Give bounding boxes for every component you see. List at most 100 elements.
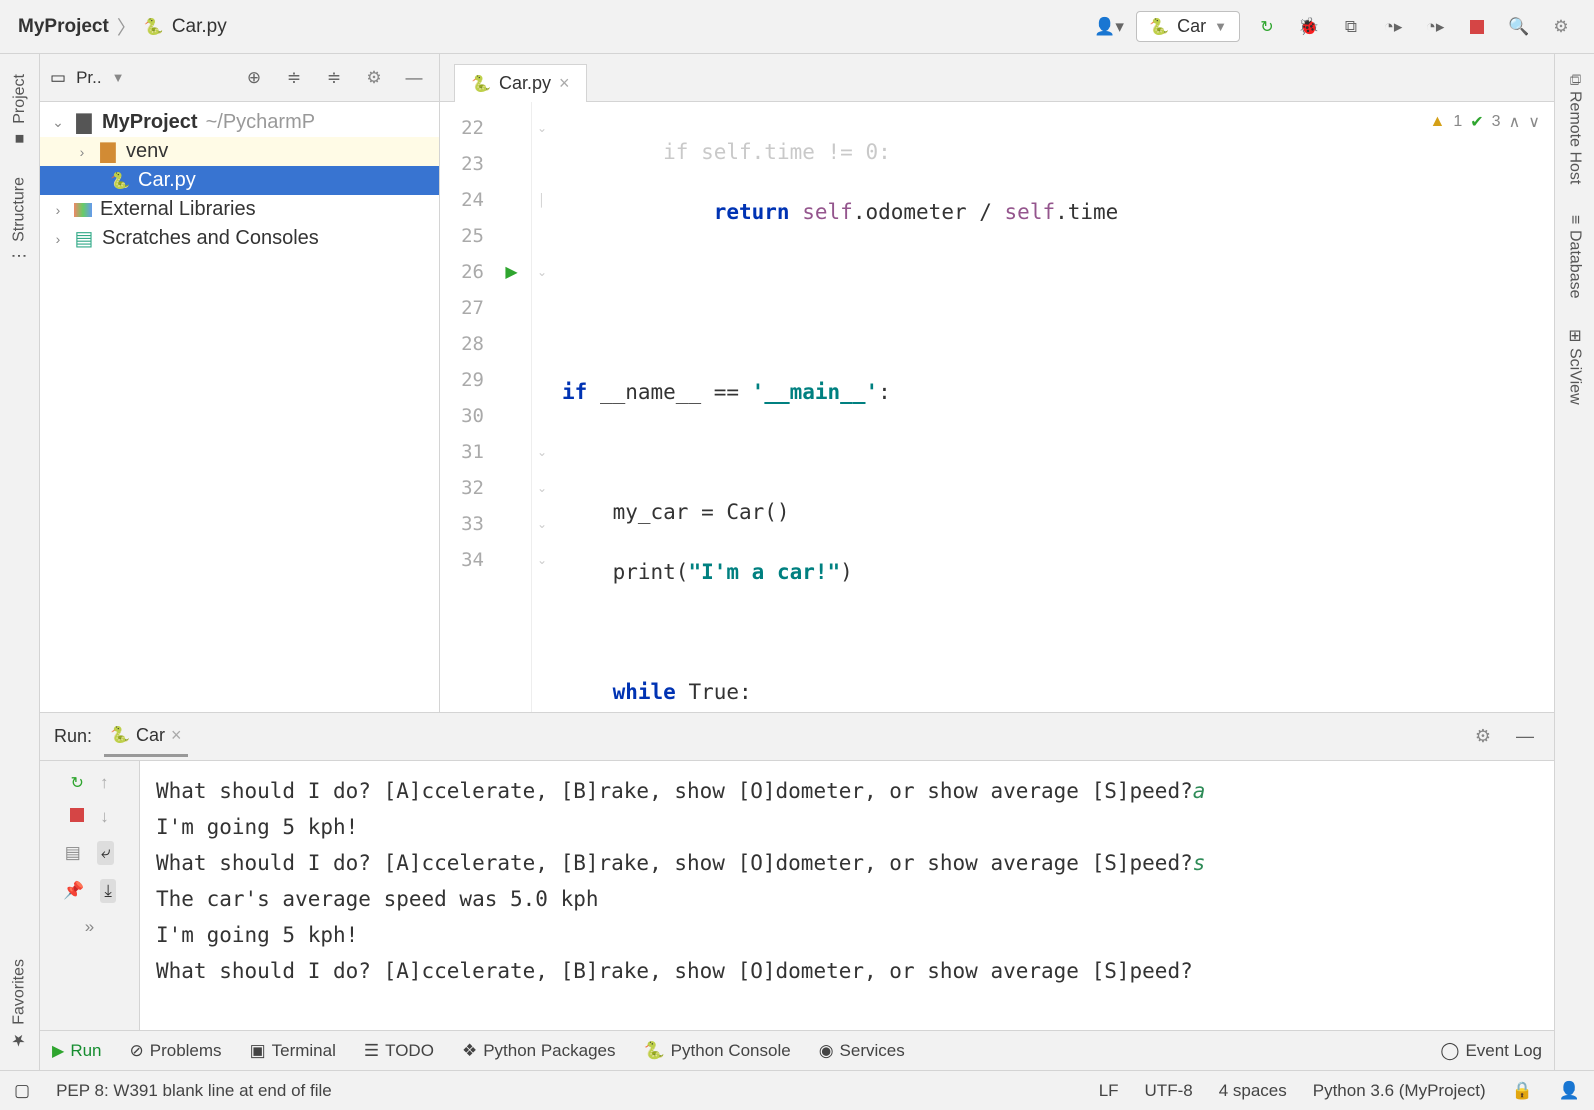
code-editor[interactable]: if self.time != 0: return self.odometer … [552,102,1554,712]
editor-tab-label: Car.py [499,73,551,94]
run-tool-window: Run: Car × ⚙ — ↻↑ ↓ ▤⤶ 📌⤓ » What sh [40,712,1554,1030]
panel-settings-icon[interactable]: ⚙ [359,63,389,93]
lock-icon[interactable]: 🔒 [1512,1081,1533,1101]
run-button[interactable]: ↻ [1252,12,1282,42]
status-indent[interactable]: 4 spaces [1219,1081,1287,1101]
sciview-tab[interactable]: ⊞SciView [1565,329,1584,405]
close-tab-icon[interactable]: × [171,725,182,746]
bottom-tab-packages[interactable]: ❖Python Packages [462,1041,616,1061]
run-config-name: Car [1177,16,1206,37]
up-icon[interactable]: ↑ [100,773,109,793]
tool-windows-icon[interactable]: ▢ [14,1081,30,1101]
expand-all-icon[interactable]: ≑ [279,63,309,93]
run-settings-icon[interactable]: ⚙ [1468,722,1498,752]
console-output[interactable]: What should I do? [A]ccelerate, [B]rake,… [140,761,1554,1030]
bottom-tab-console[interactable]: 🐍Python Console [644,1041,791,1061]
run-config-selector[interactable]: Car ▼ [1136,11,1240,42]
settings-icon[interactable]: ⚙ [1546,12,1576,42]
tree-root-path: ~/PycharmP [206,111,315,134]
debug-button[interactable]: 🐞 [1294,12,1324,42]
top-toolbar: MyProject 〉 Car.py 👤▾ Car ▼ ↻ 🐞 ⧉ ◔▸ ◔▸ … [0,0,1594,54]
tree-file-car[interactable]: Car.py [40,166,439,195]
run-panel-header: Run: Car × ⚙ — [40,713,1554,761]
folder-icon: ▇ [74,113,94,133]
left-tool-stripe: ■Project ⋮Structure ★Favorites [0,54,40,1070]
bottom-tab-eventlog[interactable]: ◯Event Log [1440,1041,1542,1061]
chevron-down-icon[interactable]: ▼ [112,70,125,85]
tree-scratches[interactable]: › ▤ Scratches and Consoles [40,224,439,253]
python-file-icon [1149,17,1169,37]
bottom-tab-run[interactable]: ▶Run [52,1041,102,1061]
chevron-down-icon: ▼ [1214,19,1227,34]
next-highlight-icon[interactable]: ∨ [1528,112,1540,132]
project-panel-header: ▭ Pr.. ▼ ⊕ ≑ ≑ ⚙ — [40,54,439,102]
stop-icon[interactable] [70,807,84,827]
status-interpreter[interactable]: Python 3.6 (MyProject) [1313,1081,1486,1101]
inspections-icon[interactable]: 👤 [1559,1081,1580,1101]
rerun-icon[interactable]: ↻ [71,773,84,793]
run-panel-title: Run: [54,726,92,747]
bottom-tab-services[interactable]: ◉Services [819,1041,905,1061]
hide-panel-icon[interactable]: — [1510,722,1540,752]
pin-icon[interactable]: 📌 [63,881,84,901]
breadcrumb[interactable]: MyProject 〉 Car.py [18,13,227,40]
scroll-end-icon[interactable]: ⤓ [100,879,116,903]
editor-tab-car[interactable]: Car.py × [454,64,587,102]
bottom-tab-todo[interactable]: ☰TODO [364,1041,434,1061]
down-icon[interactable]: ↓ [100,807,109,827]
warning-icon: ▲ [1430,113,1446,131]
status-bar: ▢ PEP 8: W391 blank line at end of file … [0,1070,1594,1110]
tree-external-libs[interactable]: › External Libraries [40,195,439,224]
database-tab[interactable]: ≡Database [1566,215,1584,299]
bottom-tab-problems[interactable]: ⊘Problems [130,1041,222,1061]
folder-icon: ▇ [98,142,118,162]
inspection-badges[interactable]: ▲1 ✔3 ∧ ∨ [1430,112,1541,132]
more-icon[interactable]: » [85,917,94,937]
tree-venv[interactable]: › ▇ venv [40,137,439,166]
run-tab-label: Car [136,725,165,746]
favorites-tool-tab[interactable]: ★Favorites [10,959,29,1050]
chevron-right-icon[interactable]: › [74,144,90,160]
profile-button[interactable]: ◔▸ [1378,12,1408,42]
structure-tool-tab[interactable]: ⋮Structure [10,177,29,264]
tree-item-label: venv [126,140,168,163]
coverage-button[interactable]: ⧉ [1336,12,1366,42]
remote-host-tab[interactable]: ⧉Remote Host [1566,74,1584,185]
ok-icon: ✔ [1470,112,1483,132]
line-numbers: 222324 252627 282930 313233 34 [440,102,492,712]
run-toolbar: ↻ ↑ ↓ ▤ ⤶ 📌 ⤓ » [40,761,140,1030]
select-opened-file-icon[interactable]: ⊕ [239,63,269,93]
scratches-icon: ▤ [74,229,94,249]
bottom-tab-terminal[interactable]: ▣Terminal [250,1041,336,1061]
editor-body[interactable]: 222324 252627 282930 313233 34 ▶ ⌄│⌄ ⌄⌄⌄… [440,102,1554,712]
soft-wrap-icon[interactable]: ⤶ [97,841,115,865]
status-line-ending[interactable]: LF [1099,1081,1119,1101]
layout-icon[interactable]: ▤ [65,843,81,863]
project-panel: ▭ Pr.. ▼ ⊕ ≑ ≑ ⚙ — ⌄ ▇ MyProject ~/Pycha… [40,54,440,712]
collapse-all-icon[interactable]: ≑ [319,63,349,93]
run-tab-car[interactable]: Car × [104,717,188,757]
chevron-down-icon[interactable]: ⌄ [50,114,66,131]
project-tool-tab[interactable]: ■Project [11,74,29,147]
run-gutter-icon[interactable]: ▶ [505,262,517,282]
breadcrumb-project[interactable]: MyProject [18,16,109,38]
tree-item-label: Scratches and Consoles [102,227,319,250]
project-view-icon: ▭ [50,68,66,88]
status-encoding[interactable]: UTF-8 [1145,1081,1193,1101]
tree-root[interactable]: ⌄ ▇ MyProject ~/PycharmP [40,108,439,137]
search-icon[interactable]: 🔍 [1504,12,1534,42]
hide-panel-icon[interactable]: — [399,63,429,93]
project-panel-title[interactable]: Pr.. [76,68,102,88]
chevron-right-icon[interactable]: › [50,202,66,218]
attach-button[interactable]: ◔▸ [1420,12,1450,42]
user-menu-icon[interactable]: 👤▾ [1094,12,1124,42]
project-tree: ⌄ ▇ MyProject ~/PycharmP › ▇ venv Car.py [40,102,439,259]
prev-highlight-icon[interactable]: ∧ [1509,112,1521,132]
close-tab-icon[interactable]: × [559,73,570,94]
status-message: PEP 8: W391 blank line at end of file [56,1081,332,1101]
bottom-tool-strip: ▶Run ⊘Problems ▣Terminal ☰TODO ❖Python P… [40,1030,1554,1070]
breadcrumb-file[interactable]: Car.py [172,16,227,38]
chevron-right-icon[interactable]: › [50,231,66,247]
gutter-icons: ▶ [492,102,532,712]
stop-button[interactable] [1462,12,1492,42]
